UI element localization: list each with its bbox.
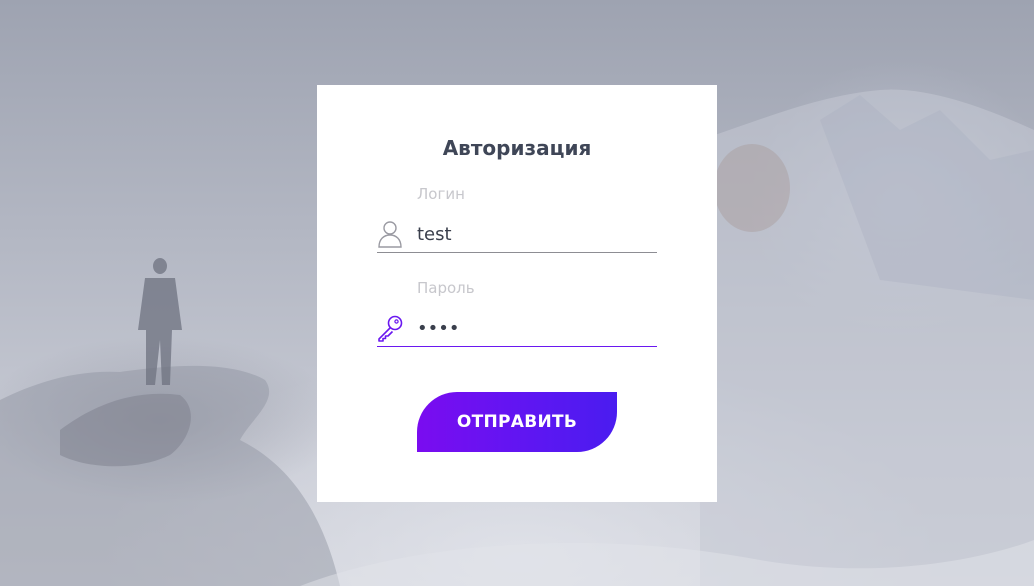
- login-field[interactable]: [377, 216, 657, 253]
- login-label: Логин: [417, 185, 465, 203]
- submit-button[interactable]: ОТПРАВИТЬ: [417, 392, 617, 452]
- key-icon: [377, 314, 403, 342]
- login-input[interactable]: [417, 220, 653, 248]
- hiker-figure: [138, 258, 182, 385]
- login-card: Авторизация Логин Пароль ОТПРАВИТЬ: [317, 85, 717, 502]
- balloon: [714, 144, 790, 232]
- user-icon: [377, 220, 403, 248]
- password-input[interactable]: [417, 314, 653, 342]
- password-field[interactable]: [377, 310, 657, 347]
- password-label: Пароль: [417, 279, 475, 297]
- form-title: Авторизация: [442, 136, 592, 160]
